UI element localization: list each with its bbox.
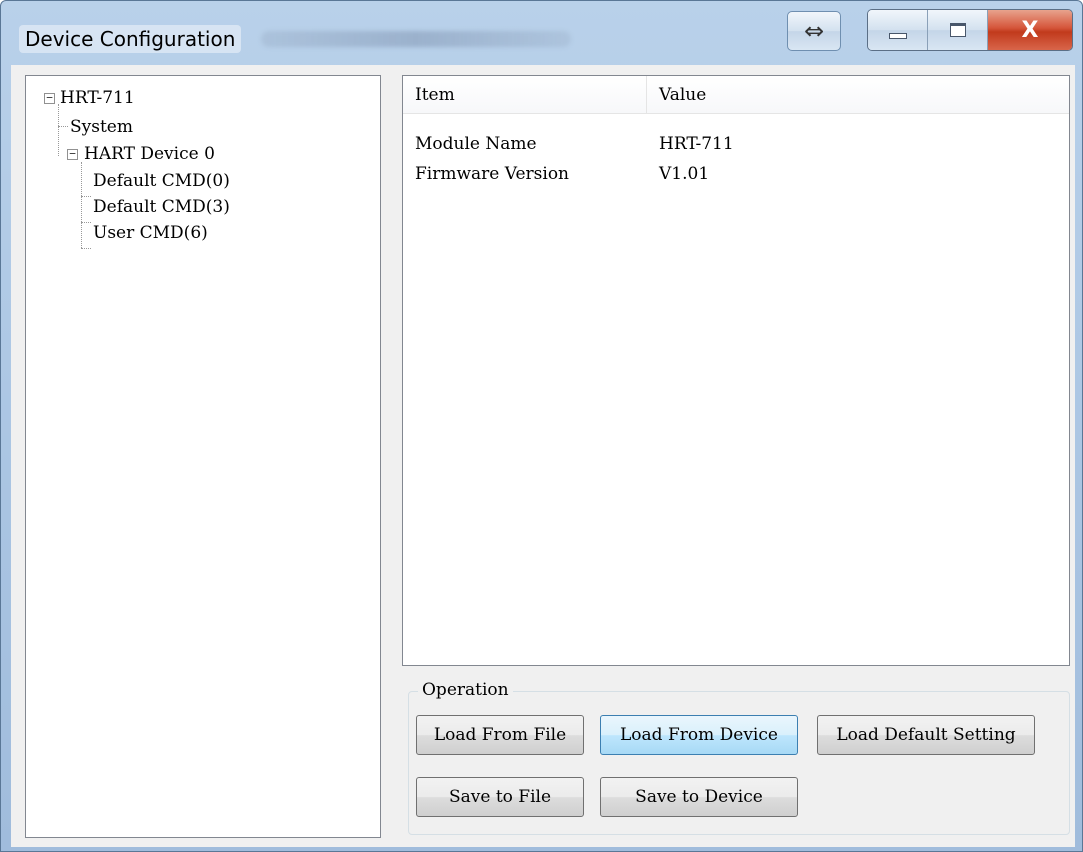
maximize-icon [949,23,966,37]
load-from-device-button[interactable]: Load From Device [600,715,798,755]
item-value-list[interactable]: Item Value Module Name HRT-711 Firmware … [402,75,1070,666]
tree-line [58,126,68,127]
minimize-icon [888,33,907,39]
operation-group-title: Operation [418,679,513,701]
tree-line [58,104,59,156]
tree-line [81,248,91,249]
window-controls: X [867,9,1073,51]
save-to-file-button[interactable]: Save to File [416,777,584,817]
cell-item: Firmware Version [415,164,570,184]
collapse-hart-device-icon[interactable]: − [67,148,78,160]
tree-node-user-cmd-6[interactable]: User CMD(6) [93,223,208,243]
save-to-device-button[interactable]: Save to Device [600,777,798,817]
device-configuration-window: Device Configuration ⇔ X − HRT-711 Syste… [0,0,1083,852]
client-area: − HRT-711 System − HART Device 0 Default… [11,65,1075,847]
column-header-item[interactable]: Item [403,76,647,113]
cell-value: HRT-711 [659,134,734,154]
list-row[interactable]: Module Name HRT-711 [403,129,1069,159]
tree-node-hart-device-0[interactable]: HART Device 0 [84,144,215,164]
close-icon: X [1021,17,1039,43]
tree-line [81,196,91,197]
cell-value: V1.01 [659,164,710,184]
collapse-root-icon[interactable]: − [44,92,55,104]
snap-arrows-icon[interactable]: ⇔ [787,11,841,51]
window-title: Device Configuration [19,25,242,53]
device-tree[interactable]: − HRT-711 System − HART Device 0 Default… [25,75,381,838]
load-default-setting-button[interactable]: Load Default Setting [817,715,1035,755]
tree-node-default-cmd-3[interactable]: Default CMD(3) [93,197,230,217]
list-row[interactable]: Firmware Version V1.01 [403,159,1069,189]
tree-node-hrt-711[interactable]: HRT-711 [60,88,135,108]
tree-node-default-cmd-0[interactable]: Default CMD(0) [93,171,230,191]
cell-item: Module Name [415,134,537,154]
column-header-value[interactable]: Value [647,76,1069,113]
load-from-file-button[interactable]: Load From File [416,715,584,755]
tree-line [81,222,91,223]
blurred-background-text [261,31,571,47]
tree-node-system[interactable]: System [70,117,133,137]
maximize-button[interactable] [928,10,988,50]
list-header: Item Value [403,76,1069,114]
close-button[interactable]: X [988,10,1072,50]
tree-line [81,162,82,248]
minimize-button[interactable] [868,10,928,50]
